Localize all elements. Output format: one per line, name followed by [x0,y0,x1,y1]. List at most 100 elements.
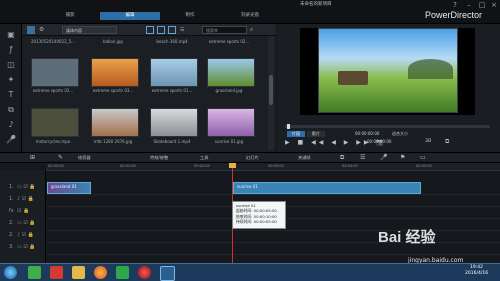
track-number: fx [9,208,14,214]
minimize-icon[interactable]: – [462,0,476,10]
timeline-ruler[interactable]: 00:00:00 00:01:00 00:02:00 00:03:00 00:0… [46,163,500,171]
media-room-icon[interactable]: ▣ [6,30,16,40]
media-thumbnail[interactable] [150,58,198,87]
video-track-icon: ▭ ☑ 🔒 [17,184,36,190]
ruler-mark: 00:03:00 [268,164,284,168]
app-icon-green[interactable] [28,266,41,279]
detach-icon[interactable]: ⧉ [445,138,449,146]
ruler-mark: 00:04:00 [342,164,358,168]
media-thumbnail[interactable] [91,58,139,87]
clip-label: sunrise 01 [237,184,258,189]
library-scroll-thumb[interactable] [269,75,273,105]
fx-track-icon: ☑ 🔒 [17,208,30,214]
media-player-icon[interactable] [116,266,129,279]
media-thumbnail[interactable] [207,58,255,87]
ruler-mark: 00:02:00 [194,164,210,168]
track-header[interactable]: 2. ♪ ☑ 🔒 [0,230,46,242]
system-clock: 19:42 2016/4/16 [465,265,488,277]
media-label: extreme sports 02... [32,88,74,93]
app-icon-red[interactable] [50,266,63,279]
track-number: 1. [9,184,14,190]
title-bar: 未命名的新项目 捕获 编辑 制作 刻录光盘 PowerDirector ? – … [0,0,500,24]
media-thumbnail[interactable] [207,108,255,137]
chapter-icon[interactable]: ⚑ [400,154,405,161]
view-image-icon[interactable] [157,26,165,34]
sort-icon[interactable]: ☰ [180,26,188,34]
help-icon[interactable]: ? [448,0,462,10]
timeline-clip[interactable]: sunrise 01 [233,182,421,194]
toolbar-slideshow[interactable]: 幻灯片 [246,155,259,161]
track-number: 2. [9,220,14,226]
audio-track-icon: ♪ ☑ 🔒 [17,232,35,238]
plugin-icon[interactable]: ⚙ [39,26,47,34]
fx-room-icon[interactable]: ƒ [6,45,16,55]
title-room-icon[interactable]: T [6,90,16,100]
toolbar-tools[interactable]: 工具 [200,155,208,161]
folder-icon[interactable] [72,266,85,279]
watermark-logo: Bai 经验 [378,229,436,246]
track-header[interactable]: fx ☑ 🔒 [0,206,46,218]
menu-produce[interactable]: 制作 [160,12,220,20]
media-label: 20130520140022_5... [31,39,75,44]
media-label: extreme sports 01... [151,88,193,93]
close-icon[interactable]: × [487,0,500,10]
ruler-mark: 00:01:00 [120,164,136,168]
library-filter-dropdown[interactable]: 媒体内容 [62,26,117,34]
media-label: motorcycles.mpo [35,139,71,144]
multicam-icon[interactable]: ⧉ [340,154,344,162]
video-track-icon: ▭ ☑ 🔒 [17,220,36,226]
menu-capture[interactable]: 捕获 [40,12,100,20]
view-video-icon[interactable] [146,26,154,34]
particle-room-icon[interactable]: ✦ [6,75,16,85]
preview-selection-frame[interactable] [318,28,458,113]
main-menu: 捕获 编辑 制作 刻录光盘 [40,12,280,20]
clip-mode-button[interactable]: 片段 [287,131,305,137]
audio-mix-icon[interactable]: ☰ [360,154,365,161]
powerdirector-icon[interactable] [160,266,175,281]
media-label: ballon.jpg [103,39,123,44]
view-audio-icon[interactable] [168,26,176,34]
toolbar-trim[interactable]: 修剪器 [78,155,91,161]
search-icon[interactable]: ⌕ [250,26,258,34]
fit-icon[interactable]: ⊞ [30,154,35,161]
subtitle-icon[interactable]: ▭ [420,154,426,161]
media-thumbnail[interactable] [31,58,79,87]
media-label: extreme sports 03... [92,88,134,93]
clip-label: grassland 01 [51,184,77,189]
edit-icon[interactable]: ✎ [58,154,63,161]
ruler-mark: 00:05:00 [416,164,432,168]
fit-dropdown[interactable]: 适合大小 [392,131,408,137]
timeline-clip[interactable]: grassland 01 [47,182,91,194]
audio-room-icon[interactable]: ♪ [6,120,16,130]
track-header[interactable]: 1. ♪ ☑ 🔒 [0,194,46,206]
toolbar-keyframe[interactable]: 关键帧 [298,155,311,161]
search-input[interactable]: 搜索库 [202,26,247,34]
start-icon[interactable] [4,266,17,279]
edit-toolbar: ⊞ ✎ 修剪器 特效/修整 工具 幻灯片 关键帧 ⧉ ☰ 🎤 ⚑ ▭ [0,152,500,163]
brand-logo: PowerDirector [425,10,483,20]
menu-edit[interactable]: 编辑 [100,12,160,20]
menu-burn[interactable]: 刻录光盘 [220,12,280,20]
pip-room-icon[interactable]: ◫ [6,60,16,70]
transition-room-icon[interactable]: ⧉ [6,105,16,115]
track-header[interactable]: 1. ▭ ☑ 🔒 [0,182,46,194]
media-thumbnail[interactable] [150,108,198,137]
import-icon[interactable] [27,26,35,34]
firefox-icon[interactable] [94,266,107,279]
clip-tooltip: sunrise 01 起始时间: 00:00:05:00 结束时间: 00:00… [232,201,286,229]
record-icon[interactable] [138,266,151,279]
movie-mode-button[interactable]: 影片 [307,131,325,137]
track-header[interactable]: 2. ▭ ☑ 🔒 [0,218,46,230]
timecode-display: 00:00:00:00 [355,131,380,136]
track-header[interactable]: 3. ▭ ☑ 🔒 [0,242,46,254]
media-thumbnail[interactable] [91,108,139,137]
clock-date: 2016/4/16 [465,271,489,276]
media-thumbnail[interactable] [31,108,79,137]
track-number: 3. [9,244,14,250]
voice-room-icon[interactable]: 🎤 [6,135,16,145]
track-number: 1. [9,196,14,202]
voiceover-icon[interactable]: 🎤 [380,154,387,161]
3d-toggle[interactable]: 3D [425,139,431,144]
playhead-handle[interactable] [229,163,236,168]
toolbar-fix-enhance[interactable]: 特效/修整 [150,155,168,161]
